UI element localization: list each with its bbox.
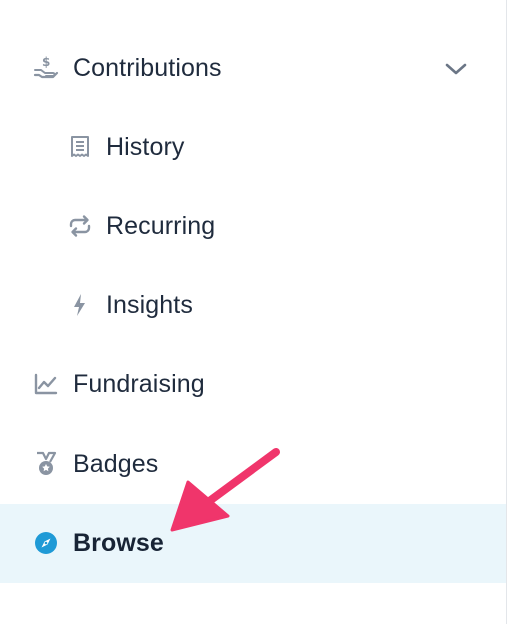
medal-icon — [33, 451, 59, 477]
nav-item-contributions[interactable]: $ Contributions — [0, 29, 506, 108]
lightning-icon — [67, 292, 93, 318]
nav-item-label: Insights — [106, 291, 193, 319]
hand-dollar-icon: $ — [33, 55, 59, 81]
nav-item-label: Browse — [73, 529, 164, 557]
nav-item-browse[interactable]: Browse — [0, 504, 506, 583]
sidebar-nav: $ Contributions History Recurring Insigh… — [0, 0, 510, 624]
nav-item-label: Recurring — [106, 212, 216, 240]
chevron-down-icon[interactable] — [444, 57, 468, 81]
nav-item-label: History — [106, 133, 185, 161]
nav-item-history[interactable]: History — [0, 108, 506, 187]
nav-item-label: Fundraising — [73, 370, 205, 398]
nav-item-label: Badges — [73, 450, 159, 478]
nav-item-label: Contributions — [73, 54, 222, 82]
nav-item-badges[interactable]: Badges — [0, 425, 506, 504]
trend-chart-icon — [33, 371, 59, 397]
sidebar-border — [506, 0, 507, 624]
repeat-icon — [67, 213, 93, 239]
svg-text:$: $ — [42, 55, 50, 69]
nav-item-fundraising[interactable]: Fundraising — [0, 345, 506, 424]
nav-item-insights[interactable]: Insights — [0, 266, 506, 345]
compass-icon — [33, 530, 59, 556]
nav-item-recurring[interactable]: Recurring — [0, 187, 506, 266]
receipt-icon — [67, 134, 93, 160]
